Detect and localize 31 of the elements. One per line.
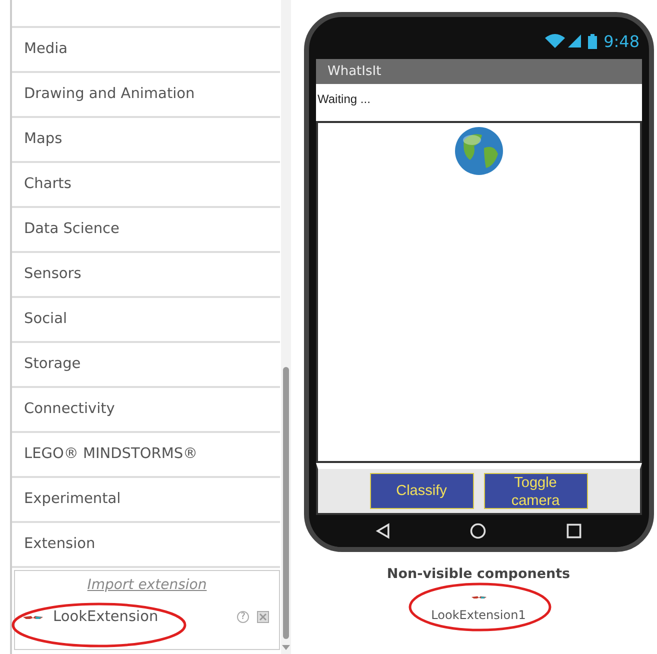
signal-icon — [568, 34, 581, 48]
palette-category[interactable]: LEGO® MINDSTORMS® — [12, 433, 280, 478]
app-title: WhatIsIt — [328, 64, 382, 79]
home-icon[interactable] — [469, 522, 488, 540]
palette-category[interactable]: Data Science — [12, 208, 280, 253]
palette-category[interactable]: Connectivity — [12, 388, 280, 433]
palette-category[interactable]: Charts — [12, 163, 280, 208]
palette-category[interactable]: Storage — [12, 343, 280, 388]
palette-category[interactable]: Sensors — [12, 253, 280, 298]
palette-category[interactable]: Experimental — [12, 478, 280, 523]
import-extension-link[interactable]: Import extension — [87, 577, 207, 593]
recents-icon[interactable] — [564, 522, 583, 540]
glasses-icon — [23, 613, 43, 621]
palette-category[interactable]: Social — [12, 298, 280, 343]
app-button[interactable]: Classify — [370, 473, 474, 509]
palette-category[interactable]: Maps — [12, 118, 280, 163]
glasses-icon — [470, 594, 488, 600]
component-label[interactable]: LookExtension1 — [431, 608, 526, 622]
clock-time: 9:48 — [604, 32, 640, 50]
battery-icon — [588, 34, 597, 48]
palette-category[interactable]: Extension — [12, 523, 280, 568]
app-button[interactable]: Toggle camera — [484, 473, 588, 509]
back-icon[interactable] — [374, 522, 392, 540]
status-label: Waiting ... — [316, 84, 642, 121]
palette-category[interactable]: Media — [12, 26, 280, 73]
globe-icon — [454, 126, 504, 176]
palette-category[interactable]: Drawing and Animation — [12, 73, 280, 118]
help-icon[interactable]: ? — [237, 611, 249, 623]
scrollbar[interactable] — [281, 0, 291, 654]
wifi-icon — [544, 34, 565, 48]
section-heading: Non-visible components — [386, 566, 570, 582]
